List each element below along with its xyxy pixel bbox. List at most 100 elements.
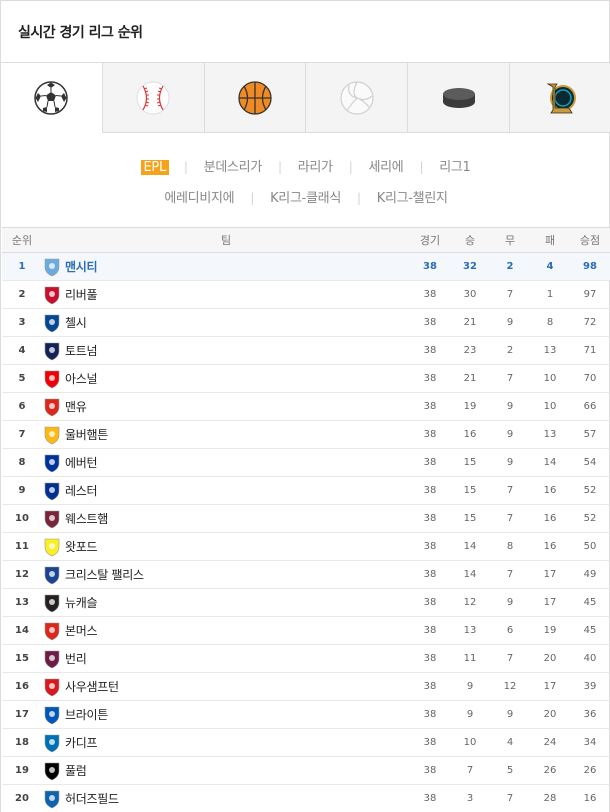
points-cell: 71	[583, 345, 597, 356]
points-cell: 40	[583, 653, 597, 664]
team-name[interactable]: 사우샘프턴	[65, 678, 119, 695]
team-name[interactable]: 울버햄튼	[65, 426, 108, 443]
header-points: 승점	[570, 227, 610, 253]
team-name[interactable]: 첼시	[65, 314, 87, 331]
table-row[interactable]: 14 본머스 38 13 6 19 45	[2, 617, 610, 645]
table-row[interactable]: 6 맨유 38 19 9 10 66	[2, 393, 610, 421]
team-name[interactable]: 뉴캐슬	[65, 594, 98, 611]
table-row[interactable]: 2 리버풀 38 30 7 1 97	[2, 281, 610, 309]
loss-cell: 17	[543, 597, 557, 608]
table-row[interactable]: 10 웨스트햄 38 15 7 16 52	[2, 505, 610, 533]
table-row[interactable]: 15 번리 38 11 7 20 40	[2, 645, 610, 673]
tab-volleyball[interactable]	[305, 63, 408, 132]
win-cell: 32	[463, 261, 477, 272]
team-name[interactable]: 아스널	[65, 370, 98, 387]
table-row[interactable]: 20 허더즈필드 38 3 7 28 16	[2, 785, 610, 812]
played-cell: 38	[423, 569, 437, 580]
table-row[interactable]: 8 에버턴 38 15 9 14 54	[2, 449, 610, 477]
draw-cell: 7	[506, 653, 514, 664]
team-name[interactable]: 허더즈필드	[65, 790, 119, 807]
played-cell: 38	[423, 513, 437, 524]
tab-lol[interactable]	[509, 63, 610, 132]
team-name[interactable]: 왓포드	[65, 538, 98, 555]
played-cell: 38	[423, 681, 437, 692]
rank-cell: 4	[18, 345, 26, 356]
table-row[interactable]: 18 카디프 38 10 4 24 34	[2, 729, 610, 757]
team-crest-icon	[44, 482, 60, 500]
team-crest-icon	[44, 594, 60, 612]
divider: |	[183, 160, 188, 174]
league-bundesliga[interactable]: 분데스리가	[203, 156, 263, 175]
league-eredivisie[interactable]: 에레디비지에	[163, 187, 235, 206]
played-cell: 38	[423, 289, 437, 300]
header-team: 팀	[42, 227, 410, 253]
league-laliga[interactable]: 라리가	[297, 156, 334, 175]
played-cell: 38	[423, 737, 437, 748]
team-name[interactable]: 리버풀	[65, 286, 98, 303]
basketball-icon	[238, 80, 272, 115]
team-info: 풀럼	[42, 761, 410, 781]
team-name[interactable]: 카디프	[65, 734, 98, 751]
team-name[interactable]: 크리스탈 팰리스	[65, 566, 144, 583]
table-row[interactable]: 12 크리스탈 팰리스 38 14 7 17 49	[2, 561, 610, 589]
team-info: 울버햄튼	[42, 425, 410, 445]
team-name[interactable]: 토트넘	[65, 342, 98, 359]
league-kleague-classic[interactable]: K리그-클래식	[269, 187, 342, 206]
team-name[interactable]: 풀럼	[65, 762, 87, 779]
win-cell: 12	[463, 597, 477, 608]
team-cell: 울버햄튼	[42, 421, 410, 449]
team-name[interactable]: 맨유	[65, 398, 87, 415]
table-row[interactable]: 4 토트넘 38 23 2 13 71	[2, 337, 610, 365]
win-cell: 15	[463, 485, 477, 496]
divider: |	[356, 191, 361, 205]
team-name[interactable]: 레스터	[65, 482, 98, 499]
table-row[interactable]: 16 사우샘프턴 38 9 12 17 39	[2, 673, 610, 701]
rank-cell: 3	[18, 317, 26, 328]
team-name[interactable]: 웨스트햄	[65, 510, 108, 527]
table-row[interactable]: 13 뉴캐슬 38 12 9 17 45	[2, 589, 610, 617]
league-epl[interactable]: EPL	[140, 160, 169, 175]
draw-cell: 9	[506, 709, 514, 720]
loss-cell: 17	[543, 569, 557, 580]
table-row[interactable]: 11 왓포드 38 14 8 16 50	[2, 533, 610, 561]
win-cell: 23	[463, 345, 477, 356]
team-info: 아스널	[42, 369, 410, 389]
table-row[interactable]: 1 맨시티 38 32 2 4 98	[2, 252, 610, 281]
rank-cell: 11	[15, 541, 29, 552]
team-crest-icon	[44, 258, 60, 276]
table-row[interactable]: 5 아스널 38 21 7 10 70	[2, 365, 610, 393]
team-name[interactable]: 번리	[65, 650, 87, 667]
league-nav-row-1: EPL | 분데스리가 | 라리가 | 세리에 | 리그1	[1, 156, 610, 175]
team-crest-icon	[44, 342, 60, 360]
team-info: 사우샘프턴	[42, 677, 410, 697]
team-cell: 번리	[42, 645, 410, 673]
team-name[interactable]: 에버턴	[65, 454, 98, 471]
table-row[interactable]: 17 브라이튼 38 9 9 20 36	[2, 701, 610, 729]
rank-cell: 15	[15, 653, 29, 664]
team-name[interactable]: 본머스	[65, 622, 98, 639]
tab-baseball[interactable]	[101, 63, 204, 132]
team-crest-icon	[44, 370, 60, 388]
win-cell: 30	[463, 289, 477, 300]
league-seriea[interactable]: 세리에	[367, 156, 404, 175]
tab-soccer[interactable]	[1, 63, 102, 133]
tab-basketball[interactable]	[203, 63, 306, 132]
team-info: 본머스	[42, 621, 410, 641]
team-name[interactable]: 브라이튼	[65, 706, 108, 723]
loss-cell: 17	[543, 681, 557, 692]
table-row[interactable]: 9 레스터 38 15 7 16 52	[2, 477, 610, 505]
table-row[interactable]: 19 풀럼 38 7 5 26 26	[2, 757, 610, 785]
header-played: 경기	[410, 227, 450, 253]
league-kleague-challenge[interactable]: K리그-챌린지	[376, 187, 449, 206]
rank-cell: 1	[18, 261, 26, 272]
table-row[interactable]: 7 울버햄튼 38 16 9 13 57	[2, 421, 610, 449]
win-cell: 14	[463, 541, 477, 552]
win-cell: 11	[463, 653, 477, 664]
team-name[interactable]: 맨시티	[65, 258, 98, 275]
rank-cell: 5	[18, 373, 26, 384]
table-row[interactable]: 3 첼시 38 21 9 8 72	[2, 309, 610, 337]
points-cell: 36	[583, 709, 597, 720]
tab-hockey[interactable]	[407, 63, 510, 132]
header-loss: 패	[530, 227, 570, 253]
league-ligue1[interactable]: 리그1	[438, 156, 471, 175]
